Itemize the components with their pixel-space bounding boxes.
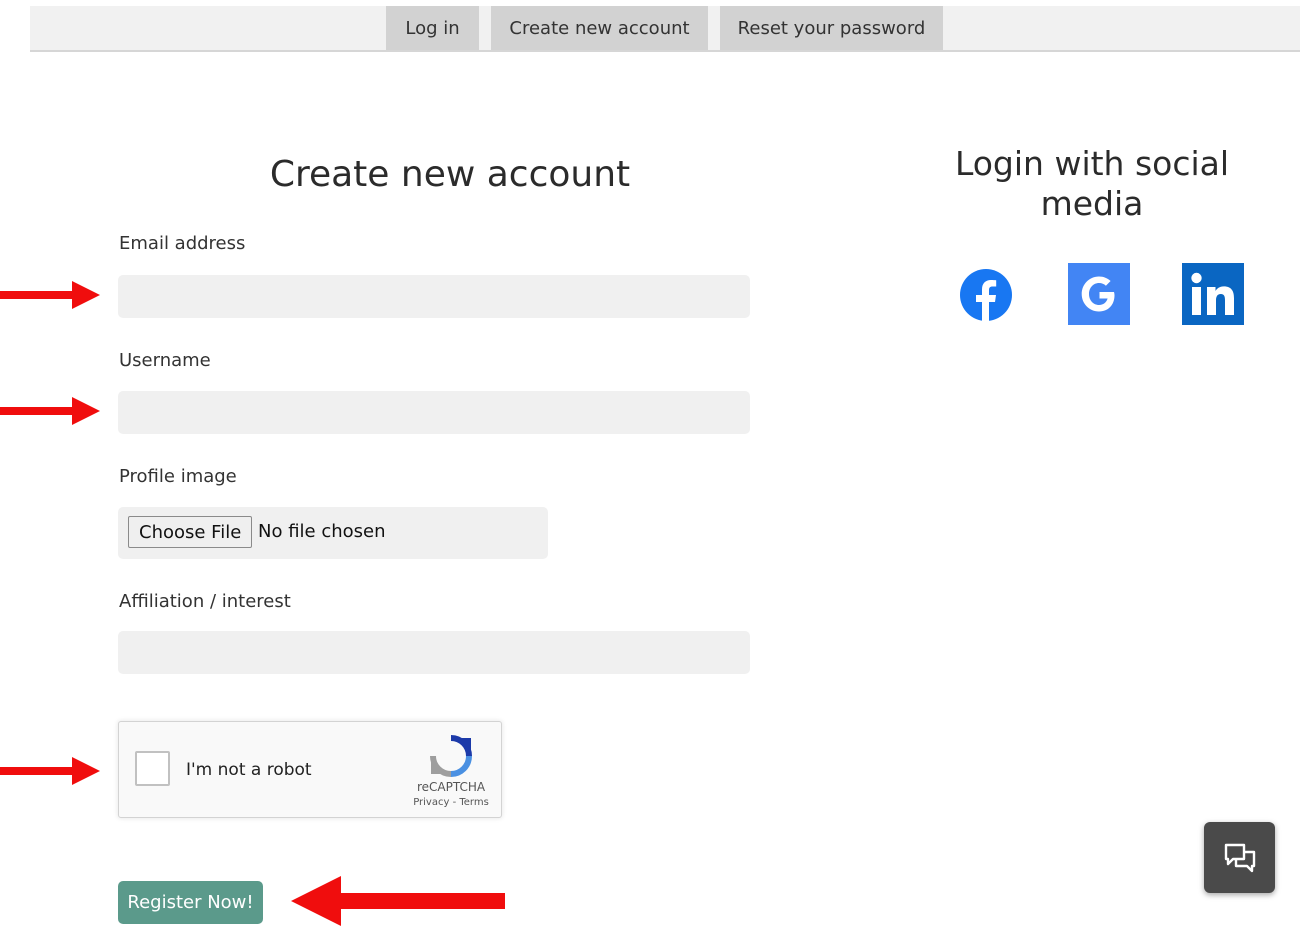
recaptcha-brand: reCAPTCHA xyxy=(416,780,486,794)
recaptcha-links[interactable]: Privacy - Terms xyxy=(389,797,513,808)
username-label: Username xyxy=(119,350,211,371)
affiliation-label: Affiliation / interest xyxy=(119,591,291,612)
tab-bar: Log in Create new account Reset your pas… xyxy=(30,6,1300,52)
profile-image-file-input: Choose File No file chosen xyxy=(118,507,548,559)
tab-create-new-account[interactable]: Create new account xyxy=(491,6,708,50)
annotation-arrow-icon xyxy=(0,281,100,309)
affiliation-field[interactable] xyxy=(118,631,750,674)
email-label: Email address xyxy=(119,233,246,254)
recaptcha-widget: I'm not a robot reCAPTCHA Privacy - Term… xyxy=(118,721,502,818)
tab-log-in[interactable]: Log in xyxy=(386,6,479,50)
facebook-icon[interactable] xyxy=(959,268,1013,322)
recaptcha-label: I'm not a robot xyxy=(186,760,312,780)
annotation-arrow-icon xyxy=(0,397,100,425)
annotation-arrow-icon xyxy=(0,757,100,785)
choose-file-button[interactable]: Choose File xyxy=(128,516,253,548)
profile-image-label: Profile image xyxy=(119,466,237,487)
register-button[interactable]: Register Now! xyxy=(118,881,263,924)
chat-bubbles-icon xyxy=(1224,843,1255,872)
annotation-arrow-icon xyxy=(291,876,505,926)
linkedin-icon[interactable] xyxy=(1182,263,1244,325)
tab-reset-password[interactable]: Reset your password xyxy=(720,6,943,50)
recaptcha-logo-icon xyxy=(430,735,472,777)
page-title: Create new account xyxy=(269,154,631,196)
google-icon[interactable] xyxy=(1068,263,1130,325)
username-field[interactable] xyxy=(118,391,750,434)
chat-button[interactable] xyxy=(1204,822,1275,893)
recaptcha-checkbox[interactable] xyxy=(135,751,170,786)
social-login-title: Login with social media xyxy=(954,144,1230,223)
email-field[interactable] xyxy=(118,275,750,318)
file-status-text: No file chosen xyxy=(258,521,386,542)
